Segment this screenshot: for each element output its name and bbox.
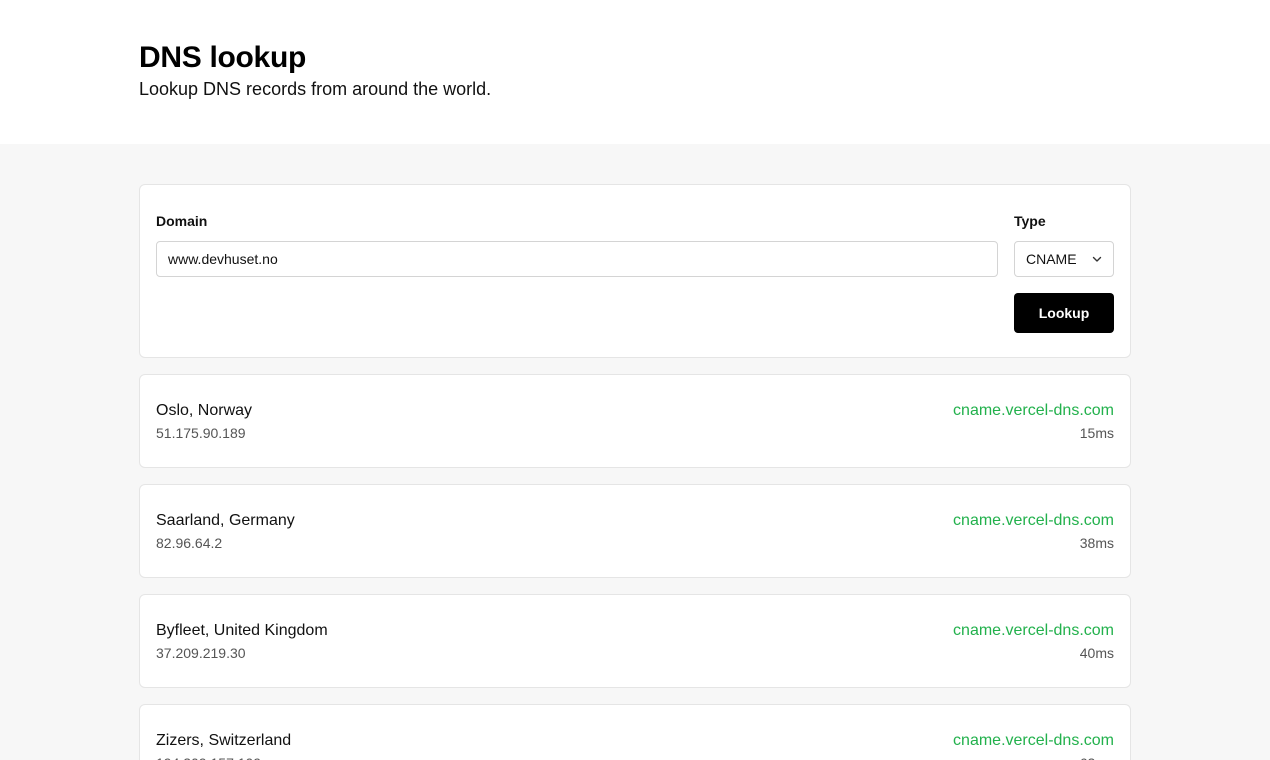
result-time: 40ms bbox=[1079, 645, 1114, 661]
result-location: Saarland, Germany bbox=[156, 512, 295, 529]
result-right: cname.vercel-dns.com 38ms bbox=[953, 510, 1114, 577]
result-value: cname.vercel-dns.com bbox=[953, 622, 1114, 639]
result-card: Saarland, Germany 82.96.64.2 cname.verce… bbox=[139, 484, 1131, 578]
type-field-group: Type CNAME bbox=[1014, 213, 1114, 277]
result-left: Saarland, Germany 82.96.64.2 bbox=[156, 510, 295, 577]
domain-input[interactable] bbox=[156, 241, 998, 277]
result-value: cname.vercel-dns.com bbox=[953, 512, 1114, 529]
result-right: cname.vercel-dns.com 15ms bbox=[953, 400, 1114, 467]
result-value: cname.vercel-dns.com bbox=[953, 732, 1114, 749]
result-right: cname.vercel-dns.com 40ms bbox=[953, 620, 1114, 687]
result-ip: 51.175.90.189 bbox=[156, 425, 246, 441]
lookup-button[interactable]: Lookup bbox=[1014, 293, 1114, 333]
domain-field-group: Domain bbox=[156, 213, 998, 277]
type-select[interactable]: CNAME bbox=[1014, 241, 1114, 277]
result-time: 62ms bbox=[953, 752, 1114, 760]
type-select-value: CNAME bbox=[1026, 251, 1077, 267]
result-right: cname.vercel-dns.com 62ms bbox=[953, 730, 1114, 760]
result-left: Byfleet, United Kingdom 37.209.219.30 bbox=[156, 620, 328, 687]
result-location: Byfleet, United Kingdom bbox=[156, 622, 328, 639]
result-ip: 194.209.157.109 bbox=[156, 752, 291, 760]
result-card: Oslo, Norway 51.175.90.189 cname.vercel-… bbox=[139, 374, 1131, 468]
result-ip: 37.209.219.30 bbox=[156, 645, 246, 661]
result-card: Zizers, Switzerland 194.209.157.109 cnam… bbox=[139, 704, 1131, 760]
result-time: 38ms bbox=[1079, 535, 1114, 551]
result-left: Oslo, Norway 51.175.90.189 bbox=[156, 400, 252, 467]
main-content: Domain Type CNAME Lookup Oslo, Norway 51… bbox=[0, 144, 1270, 760]
lookup-form: Domain Type CNAME Lookup bbox=[139, 184, 1131, 358]
result-left: Zizers, Switzerland 194.209.157.109 bbox=[156, 730, 291, 760]
result-location: Oslo, Norway bbox=[156, 402, 253, 419]
page-title: DNS lookup bbox=[139, 41, 306, 74]
page-subtitle: Lookup DNS records from around the world… bbox=[139, 79, 492, 99]
type-label: Type bbox=[1014, 213, 1046, 229]
result-time: 15ms bbox=[1079, 425, 1114, 441]
page-header: DNS lookup Lookup DNS records from aroun… bbox=[0, 0, 1270, 144]
result-ip: 82.96.64.2 bbox=[156, 535, 223, 551]
chevron-down-icon bbox=[1092, 256, 1102, 262]
domain-label: Domain bbox=[156, 213, 208, 229]
result-location: Zizers, Switzerland bbox=[156, 732, 292, 749]
result-value: cname.vercel-dns.com bbox=[953, 402, 1114, 419]
result-card: Byfleet, United Kingdom 37.209.219.30 cn… bbox=[139, 594, 1131, 688]
